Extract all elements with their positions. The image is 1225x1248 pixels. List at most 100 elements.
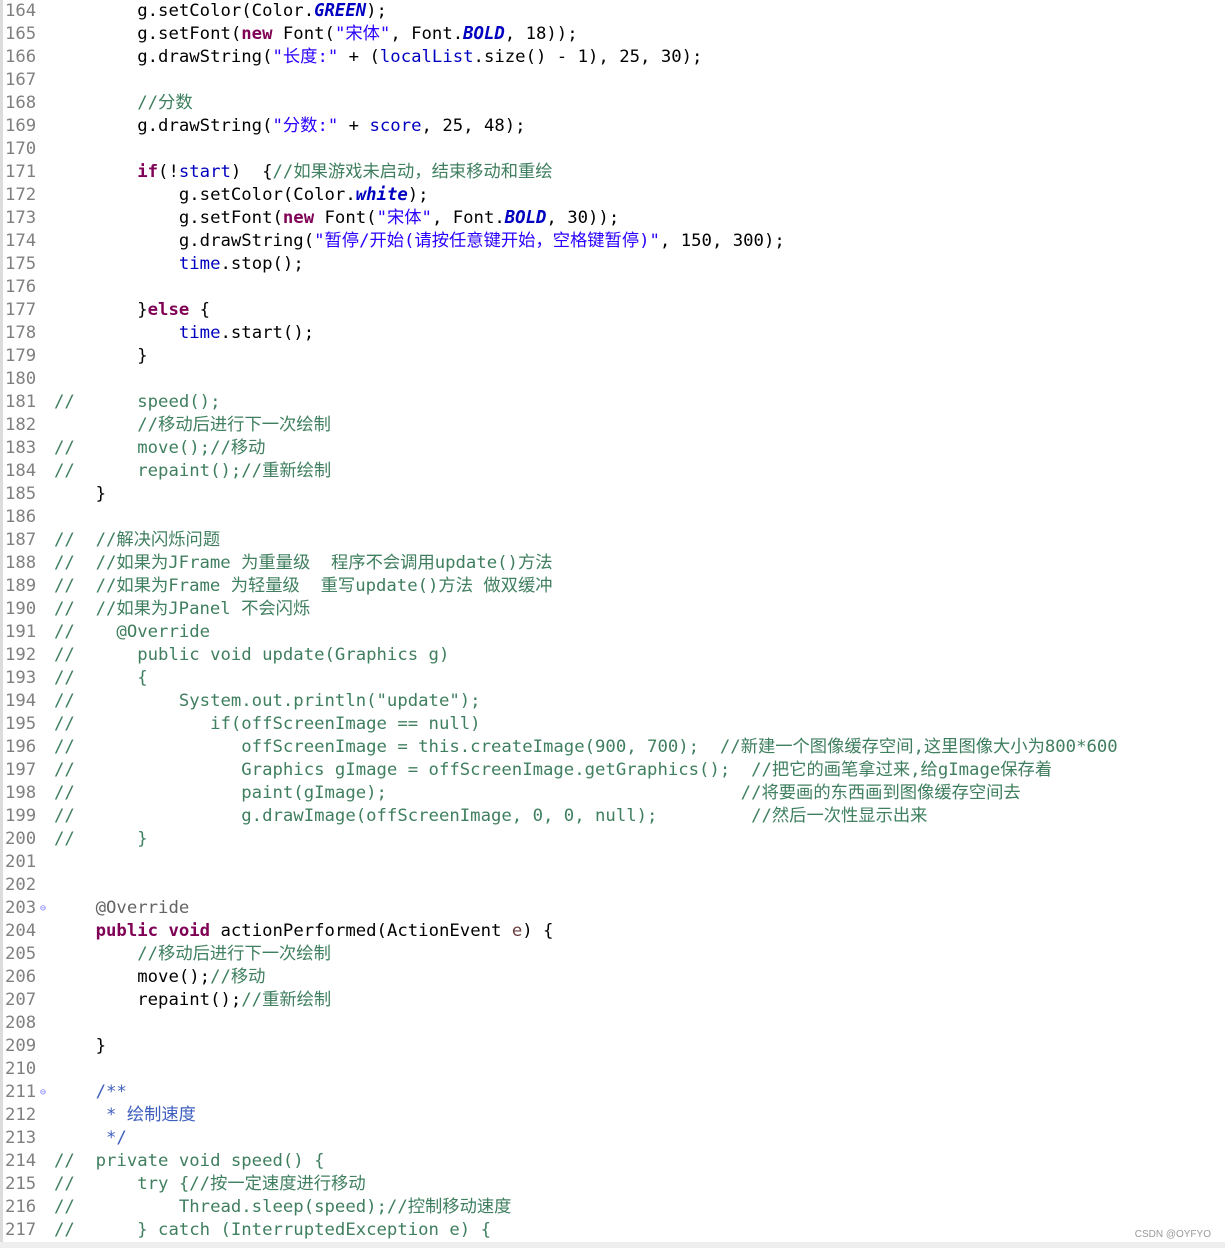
code-token: , 18)); [504, 24, 578, 44]
code-text: // speed(); [54, 391, 220, 414]
line-number: 198 [5, 783, 37, 803]
code-token: g.drawString( [54, 47, 273, 67]
code-token: , 30)); [546, 208, 620, 228]
code-token: "分数:" [272, 116, 339, 136]
code-token: , 25, 48); [421, 116, 526, 136]
code-text: g.setFont(new Font("宋体", Font.BOLD, 18))… [54, 23, 578, 46]
code-token: g.drawString( [54, 116, 273, 136]
line-number: 207 [5, 990, 37, 1010]
code-text: // System.out.println("update"); [54, 690, 481, 713]
line-number: 200 [5, 829, 37, 849]
code-token: "暂停/开始(请按任意键开始，空格键暂停)" [314, 231, 660, 251]
code-text: g.setColor(Color.GREEN); [54, 0, 387, 23]
line-number: 165 [5, 24, 37, 44]
code-token: g.drawString( [54, 231, 315, 251]
line-number: 191 [5, 622, 37, 642]
code-token: g.setFont( [54, 24, 242, 44]
code-token: // } catch (InterruptedException e) { [54, 1220, 491, 1240]
code-token: public [95, 921, 159, 941]
code-text: // repaint();//重新绘制 [54, 460, 331, 483]
code-token: score [369, 116, 422, 136]
code-text: time.stop(); [54, 253, 304, 276]
code-token: new [241, 24, 273, 44]
code-token: // private void speed() { [54, 1151, 325, 1171]
line-number: 170 [5, 139, 37, 159]
code-text: time.start(); [54, 322, 314, 345]
code-token: else [147, 300, 190, 320]
code-text: // } catch (InterruptedException e) { [54, 1219, 491, 1242]
code-token: //分数 [54, 93, 193, 113]
code-token: ) { [522, 921, 554, 941]
code-token: /** [54, 1082, 127, 1102]
code-token: } [54, 300, 148, 320]
code-token: // if(offScreenImage == null) [54, 714, 481, 734]
line-number: 177 [5, 300, 37, 320]
watermark: CSDN @OYFYO [1134, 1229, 1211, 1240]
code-token: * 绘制速度 [54, 1105, 196, 1125]
code-token: BOLD [504, 208, 547, 228]
fold-toggle-icon[interactable]: ⊖ [40, 1081, 46, 1104]
code-token: // public void update(Graphics g) [54, 645, 450, 665]
line-number: 189 [5, 576, 37, 596]
line-number: 196 [5, 737, 37, 757]
line-number: 215 [5, 1174, 37, 1194]
code-editor[interactable]: 164 g.setColor(Color.GREEN); 165 g.setFon… [0, 0, 1225, 1248]
code-token: } [54, 1036, 107, 1056]
code-token: void [168, 921, 211, 941]
line-number: 212 [5, 1105, 37, 1125]
line-number: 208 [5, 1013, 37, 1033]
code-token: repaint(); [54, 990, 242, 1010]
line-number: 173 [5, 208, 37, 228]
line-number: 172 [5, 185, 37, 205]
code-text: // move();//移动 [54, 437, 265, 460]
code-token: "宋体" [334, 24, 391, 44]
code-text: * 绘制速度 [54, 1104, 196, 1127]
code-text: g.drawString("长度:" + (localList.size() -… [54, 46, 702, 69]
code-text: move();//移动 [54, 966, 265, 989]
line-number: 167 [5, 70, 37, 90]
line-number: 190 [5, 599, 37, 619]
line-number: 217 [5, 1220, 37, 1240]
fold-toggle-icon[interactable]: ⊖ [40, 897, 46, 920]
line-number: 205 [5, 944, 37, 964]
code-token: { [189, 300, 211, 320]
code-token: ); [407, 185, 429, 205]
code-token: start [178, 162, 231, 182]
code-token: GREEN [314, 1, 367, 21]
code-text: } [54, 345, 147, 368]
code-token: // System.out.println("update"); [54, 691, 481, 711]
line-number: 209 [5, 1036, 37, 1056]
line-number: 180 [5, 369, 37, 389]
code-token: // //如果为Frame 为轻量级 重写update()方法 做双缓冲 [54, 576, 553, 596]
code-text: // public void update(Graphics g) [54, 644, 449, 667]
code-token: .size() - 1), 25, 30); [473, 47, 703, 67]
line-number: 213 [5, 1128, 37, 1148]
line-number: 166 [5, 47, 37, 67]
code-text: // //解决闪烁问题 [54, 529, 220, 552]
code-token: (! [158, 162, 179, 182]
code-token: new [282, 208, 315, 228]
code-token: // speed(); [54, 392, 221, 412]
code-token: Font( [272, 24, 335, 44]
code-token: // //如果为JFrame 为重量级 程序不会调用update()方法 [54, 553, 553, 573]
code-text: // //如果为JPanel 不会闪烁 [54, 598, 310, 621]
code-token: // { [54, 668, 148, 688]
code-text: // try {//按一定速度进行移动 [54, 1173, 366, 1196]
code-text: g.setFont(new Font("宋体", Font.BOLD, 30))… [54, 207, 619, 230]
code-text: // //如果为JFrame 为重量级 程序不会调用update()方法 [54, 552, 553, 575]
line-number: 169 [5, 116, 37, 136]
line-number: 168 [5, 93, 37, 113]
code-token: white [355, 185, 408, 205]
code-text: g.setColor(Color.white); [54, 184, 429, 207]
code-token: // g.drawImage(offScreenImage, 0, 0, nul… [54, 806, 928, 826]
code-text: // paint(gImage); //将要画的东西画到图像缓存空间去 [54, 782, 1021, 805]
code-text: */ [54, 1127, 127, 1150]
code-token: // //如果为JPanel 不会闪烁 [54, 599, 311, 619]
code-token: move(); [54, 967, 211, 987]
code-token: localList [379, 47, 474, 67]
code-token: // Graphics gImage = offScreenImage.getG… [54, 760, 1053, 780]
horizontal-scrollbar[interactable] [0, 1242, 1225, 1248]
